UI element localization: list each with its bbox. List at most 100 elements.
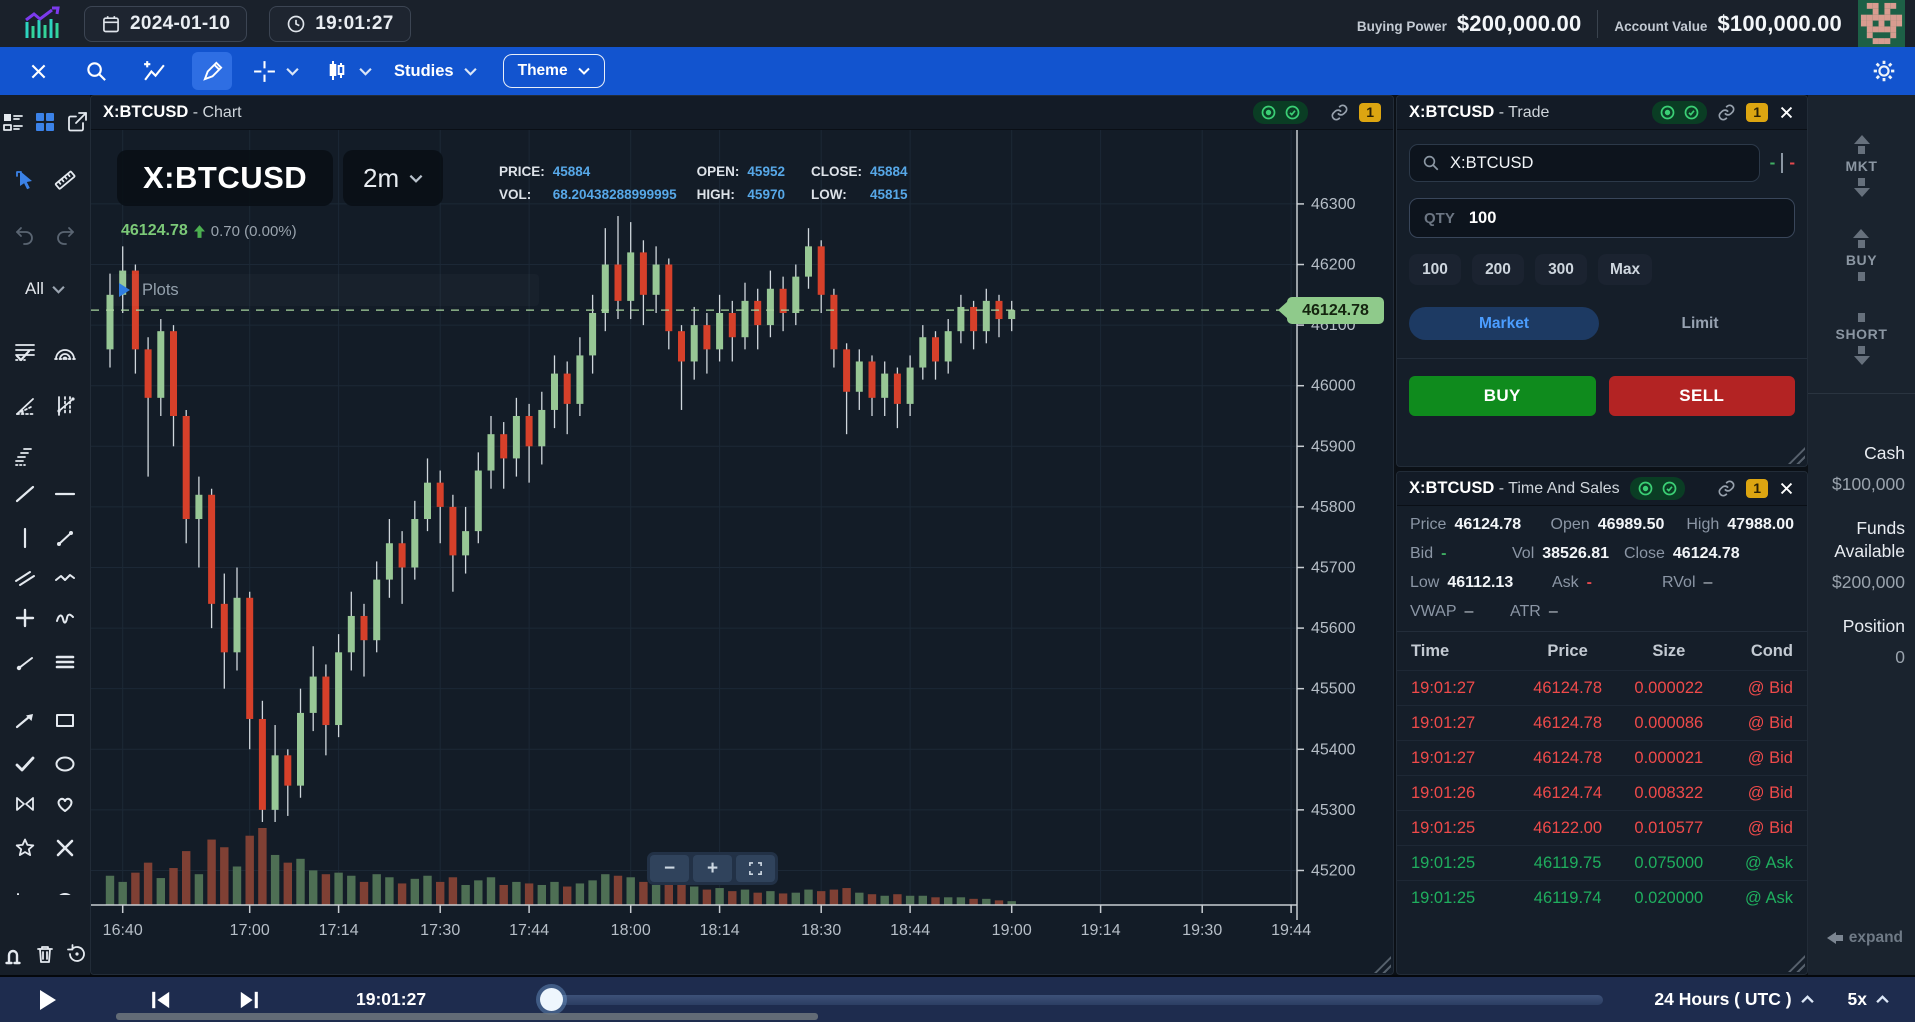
tool-zigzag[interactable]: [52, 565, 78, 591]
tool-undo[interactable]: [12, 223, 38, 249]
tool-bowtie[interactable]: [12, 791, 38, 817]
chart-body[interactable]: 4630046200461004600045900458004570045600…: [91, 130, 1393, 975]
horizontal-scrollbar[interactable]: [116, 1013, 818, 1020]
playback-slider-thumb[interactable]: [540, 988, 563, 1011]
tool-heart[interactable]: [52, 791, 78, 817]
symbol-search-button[interactable]: [76, 52, 116, 90]
tool-ellipse[interactable]: [52, 751, 78, 777]
record-target-icon[interactable]: [1659, 104, 1676, 121]
preset-200[interactable]: 200: [1472, 254, 1524, 285]
tool-steps[interactable]: [12, 443, 38, 469]
timezone-selector[interactable]: 24 Hours ( UTC ): [1654, 989, 1813, 1010]
zoom-out-button[interactable]: −: [650, 855, 689, 882]
tool-gann-fan[interactable]: [52, 393, 78, 419]
order-type-limit[interactable]: Limit: [1605, 307, 1795, 340]
expand-button[interactable]: expand: [1827, 929, 1915, 947]
zoom-in-button[interactable]: +: [693, 855, 732, 882]
tool-check[interactable]: [12, 751, 38, 777]
mkt-stepper[interactable]: MKT: [1845, 135, 1877, 197]
link-icon[interactable]: [1717, 479, 1736, 498]
tool-layout-list[interactable]: [0, 109, 25, 135]
price-chart[interactable]: 4630046200461004600045900458004570045600…: [91, 130, 1393, 975]
tool-cursor[interactable]: [12, 167, 38, 193]
skip-forward-button[interactable]: [238, 990, 260, 1010]
close-icon[interactable]: [1778, 480, 1795, 497]
sell-button[interactable]: SELL: [1609, 376, 1796, 416]
tool-open-external[interactable]: [65, 109, 90, 135]
avatar[interactable]: [1858, 0, 1905, 47]
tool-anchored-ray[interactable]: [12, 649, 38, 675]
close-button[interactable]: [18, 52, 58, 90]
tool-reset[interactable]: [65, 941, 90, 967]
plots-group[interactable]: Plots: [109, 274, 539, 306]
tool-arrow[interactable]: [12, 707, 38, 733]
link-icon[interactable]: [1717, 103, 1736, 122]
preset-max[interactable]: Max: [1598, 254, 1652, 285]
record-target-icon[interactable]: [1260, 104, 1277, 121]
tool-redo[interactable]: [52, 223, 78, 249]
quantity-input[interactable]: QTY 100: [1409, 198, 1795, 238]
settings-button[interactable]: [1871, 58, 1897, 84]
tool-trend-angle[interactable]: [12, 393, 38, 419]
tool-parallel-lines[interactable]: [12, 565, 38, 591]
chevron-down-icon[interactable]: [464, 67, 477, 76]
tool-brush[interactable]: [52, 605, 78, 631]
tool-x-cross[interactable]: [52, 835, 78, 861]
preset-300[interactable]: 300: [1535, 254, 1587, 285]
resize-handle[interactable]: [1788, 447, 1805, 464]
tool-vertical-line[interactable]: [12, 525, 38, 551]
play-button[interactable]: [38, 989, 58, 1011]
draw-button[interactable]: [192, 52, 232, 90]
resize-handle[interactable]: [1788, 955, 1805, 972]
tool-clipped-a[interactable]: [12, 879, 38, 895]
tool-ray[interactable]: [52, 525, 78, 551]
add-indicator-button[interactable]: [134, 52, 174, 90]
tool-horizontal-line[interactable]: [52, 481, 78, 507]
tool-clipped-b[interactable]: [52, 879, 78, 895]
tool-fib-arcs[interactable]: [52, 339, 78, 365]
tool-trend-line[interactable]: [12, 481, 38, 507]
interval-selector[interactable]: 2m: [343, 150, 443, 206]
chart-type-button[interactable]: [317, 52, 357, 90]
date-picker[interactable]: 2024-01-10: [84, 6, 247, 42]
time-picker[interactable]: 19:01:27: [269, 6, 410, 42]
tool-trash[interactable]: [32, 941, 57, 967]
studies-button[interactable]: Studies: [394, 62, 454, 81]
tool-magnet[interactable]: [0, 941, 25, 967]
chart-symbol-pill[interactable]: X:BTCUSD: [117, 150, 333, 206]
order-type-market[interactable]: Market: [1409, 307, 1599, 340]
tool-layout-grid[interactable]: [32, 109, 57, 135]
link-group-badge[interactable]: 1: [1746, 103, 1768, 122]
link-group-badge[interactable]: 1: [1359, 103, 1381, 122]
preset-100[interactable]: 100: [1409, 254, 1461, 285]
link-icon[interactable]: [1330, 103, 1349, 122]
history-clock-icon[interactable]: [1284, 104, 1301, 121]
symbol-search-input[interactable]: X:BTCUSD: [1409, 144, 1760, 182]
speed-selector[interactable]: 5x: [1848, 989, 1889, 1010]
tool-fib-retracement[interactable]: [12, 339, 38, 365]
playback-slider-track[interactable]: [545, 995, 1603, 1005]
ask-dash: -: [1789, 153, 1795, 173]
tool-filter-all[interactable]: All: [25, 279, 65, 299]
buy-button[interactable]: BUY: [1409, 376, 1596, 416]
close-icon[interactable]: [1778, 104, 1795, 121]
history-clock-icon[interactable]: [1683, 104, 1700, 121]
chevron-down-icon[interactable]: [286, 67, 299, 76]
tool-triple-lines[interactable]: [52, 649, 78, 675]
record-target-icon[interactable]: [1637, 480, 1654, 497]
theme-selector[interactable]: Theme: [503, 54, 605, 88]
chevron-down-icon[interactable]: [359, 67, 372, 76]
buy-stepper[interactable]: BUY: [1846, 229, 1877, 281]
link-group-badge[interactable]: 1: [1746, 479, 1768, 498]
tool-star[interactable]: [12, 835, 38, 861]
skip-back-button[interactable]: [150, 990, 172, 1010]
svg-text:18:44: 18:44: [890, 922, 930, 939]
fullscreen-button[interactable]: [736, 855, 775, 882]
tool-rectangle[interactable]: [52, 707, 78, 733]
high-value: 45970: [747, 187, 785, 202]
crosshair-button[interactable]: [244, 52, 284, 90]
short-stepper[interactable]: SHORT: [1836, 313, 1888, 365]
tool-cross[interactable]: [12, 605, 38, 631]
history-clock-icon[interactable]: [1661, 480, 1678, 497]
tool-ruler[interactable]: [52, 167, 78, 193]
